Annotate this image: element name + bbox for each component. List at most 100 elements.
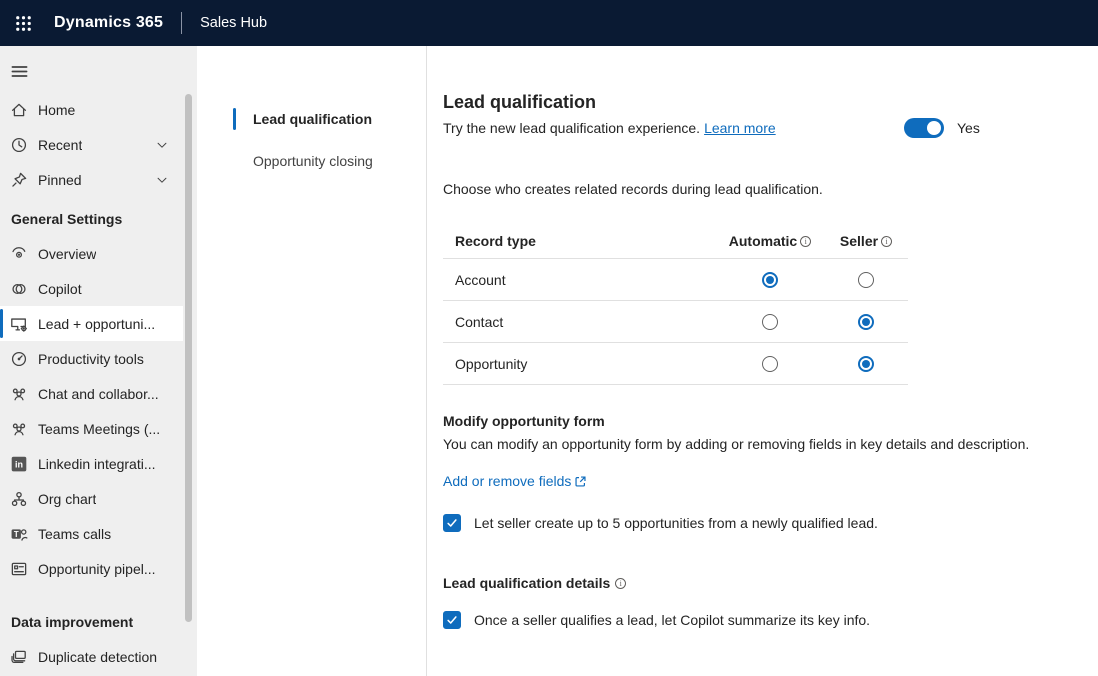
sidebar-item-opportunity-pipeline[interactable]: Opportunity pipel...	[0, 551, 183, 586]
sidebar-item-label: Home	[38, 102, 75, 118]
info-icon[interactable]	[881, 236, 892, 247]
home-icon	[10, 101, 28, 119]
checkbox-label: Let seller create up to 5 opportunities …	[474, 515, 878, 531]
hamburger-icon	[10, 62, 29, 81]
table-row-opportunity: Opportunity	[443, 343, 908, 385]
top-app-bar: Dynamics 365 Sales Hub	[0, 0, 1098, 46]
sidebar-item-label: Org chart	[38, 491, 96, 507]
pin-icon	[10, 171, 28, 189]
org-chart-icon	[10, 490, 28, 508]
brand-title[interactable]: Dynamics 365	[54, 14, 163, 32]
subnav-item-lead-qualification[interactable]: Lead qualification	[197, 102, 426, 136]
radio-seller[interactable]	[858, 356, 874, 372]
new-experience-toggle[interactable]	[904, 118, 944, 138]
toggle-knob	[927, 121, 941, 135]
sidebar-item-recent[interactable]: Recent	[0, 127, 183, 162]
sidebar-item-teams-meetings[interactable]: Teams Meetings (...	[0, 411, 183, 446]
table-row-account: Account	[443, 259, 908, 301]
learn-more-link[interactable]: Learn more	[704, 120, 776, 136]
chevron-down-icon[interactable]	[155, 138, 169, 152]
sidebar-item-label: Teams calls	[38, 526, 111, 542]
table-header-row: Record type Automatic Seller	[443, 224, 908, 259]
sidebar-item-duplicate-detection[interactable]: Duplicate detection	[0, 639, 183, 674]
settings-subnav: Lead qualification Opportunity closing	[197, 46, 427, 676]
sidebar-item-copilot[interactable]: Copilot	[0, 271, 183, 306]
record-creation-table: Record type Automatic Seller Account Con…	[443, 224, 908, 385]
modify-opportunity-form-description: You can modify an opportunity form by ad…	[443, 436, 1074, 452]
subtitle-text: Try the new lead qualification experienc…	[443, 120, 700, 136]
sidebar-item-label: Chat and collabor...	[38, 386, 159, 402]
sidebar-item-pinned[interactable]: Pinned	[0, 162, 183, 197]
sidebar-item-chat-collaborate[interactable]: Chat and collabor...	[0, 376, 183, 411]
record-type-label: Account	[455, 272, 716, 288]
settings-main-panel: Lead qualification Try the new lead qual…	[427, 46, 1098, 676]
people-icon	[10, 385, 28, 403]
sidebar-item-home[interactable]: Home	[0, 92, 183, 127]
radio-seller[interactable]	[858, 314, 874, 330]
sidebar-item-label: Teams Meetings (...	[38, 421, 160, 437]
toggle-state-label: Yes	[957, 120, 980, 136]
seller-opportunities-checkbox[interactable]	[443, 514, 461, 532]
sidebar-scrollbar[interactable]	[185, 94, 192, 622]
checkmark-icon	[446, 517, 458, 529]
sidebar-item-productivity-tools[interactable]: Productivity tools	[0, 341, 183, 376]
form-icon	[10, 560, 28, 578]
intro-text: Choose who creates related records durin…	[443, 181, 1074, 197]
record-type-label: Contact	[455, 314, 716, 330]
teams-icon: T	[10, 525, 28, 543]
info-icon[interactable]	[615, 578, 626, 589]
external-link-icon	[574, 475, 587, 488]
sidebar-item-overview[interactable]: Overview	[0, 236, 183, 271]
sidebar-item-label: Overview	[38, 246, 96, 262]
info-icon[interactable]	[800, 236, 811, 247]
sitemap-sidebar: Home Recent Pinned General	[0, 46, 197, 676]
monitor-gear-icon	[10, 315, 28, 333]
app-launcher-icon[interactable]	[0, 0, 46, 46]
table-row-contact: Contact	[443, 301, 908, 343]
sidebar-item-label: Copilot	[38, 281, 82, 297]
sidebar-item-label: Opportunity pipel...	[38, 561, 156, 577]
modify-opportunity-form-heading: Modify opportunity form	[443, 413, 1074, 429]
radio-seller[interactable]	[858, 272, 874, 288]
gauge-icon	[10, 350, 28, 368]
sidebar-item-label: Pinned	[38, 172, 82, 188]
radio-automatic[interactable]	[762, 272, 778, 288]
sidebar-item-teams-calls[interactable]: T Teams calls	[0, 516, 183, 551]
copilot-summarize-checkbox[interactable]	[443, 611, 461, 629]
app-name[interactable]: Sales Hub	[200, 15, 267, 31]
linkedin-icon: in	[10, 455, 28, 473]
copies-icon	[10, 648, 28, 666]
waffle-icon	[15, 15, 32, 32]
topbar-divider	[181, 12, 182, 34]
radio-automatic[interactable]	[762, 356, 778, 372]
sidebar-item-label: Linkedin integrati...	[38, 456, 156, 472]
new-experience-toggle-group: Yes	[904, 118, 980, 138]
copilot-summarize-check-row: Once a seller qualifies a lead, let Copi…	[443, 611, 1074, 629]
page-title: Lead qualification	[443, 92, 1074, 113]
lead-qualification-details-heading: Lead qualification details	[443, 575, 1074, 591]
sidebar-item-label: Productivity tools	[38, 351, 144, 367]
svg-text:in: in	[15, 459, 23, 469]
sidebar-item-org-chart[interactable]: Org chart	[0, 481, 183, 516]
sidebar-item-linkedin-integration[interactable]: in Linkedin integrati...	[0, 446, 183, 481]
add-remove-fields-link[interactable]: Add or remove fields	[443, 473, 587, 489]
svg-text:T: T	[14, 530, 19, 539]
radio-automatic[interactable]	[762, 314, 778, 330]
sidebar-item-lead-opportunities[interactable]: Lead + opportuni...	[0, 306, 183, 341]
sidebar-section-data-improvement: Data improvement	[0, 604, 197, 639]
checkbox-label: Once a seller qualifies a lead, let Copi…	[474, 612, 870, 628]
sidebar-section-general-settings: General Settings	[0, 201, 197, 236]
chevron-down-icon[interactable]	[155, 173, 169, 187]
collapse-sitemap-button[interactable]	[10, 58, 38, 84]
column-record-type: Record type	[455, 233, 716, 249]
subnav-item-opportunity-closing[interactable]: Opportunity closing	[197, 144, 426, 178]
sidebar-item-label: Lead + opportuni...	[38, 316, 155, 332]
copilot-icon	[10, 280, 28, 298]
column-automatic: Automatic	[716, 233, 824, 249]
seller-opportunities-check-row: Let seller create up to 5 opportunities …	[443, 514, 1074, 532]
sidebar-item-label: Recent	[38, 137, 82, 153]
overview-icon	[10, 245, 28, 263]
sidebar-item-label: Duplicate detection	[38, 649, 157, 665]
checkmark-icon	[446, 614, 458, 626]
people-icon	[10, 420, 28, 438]
